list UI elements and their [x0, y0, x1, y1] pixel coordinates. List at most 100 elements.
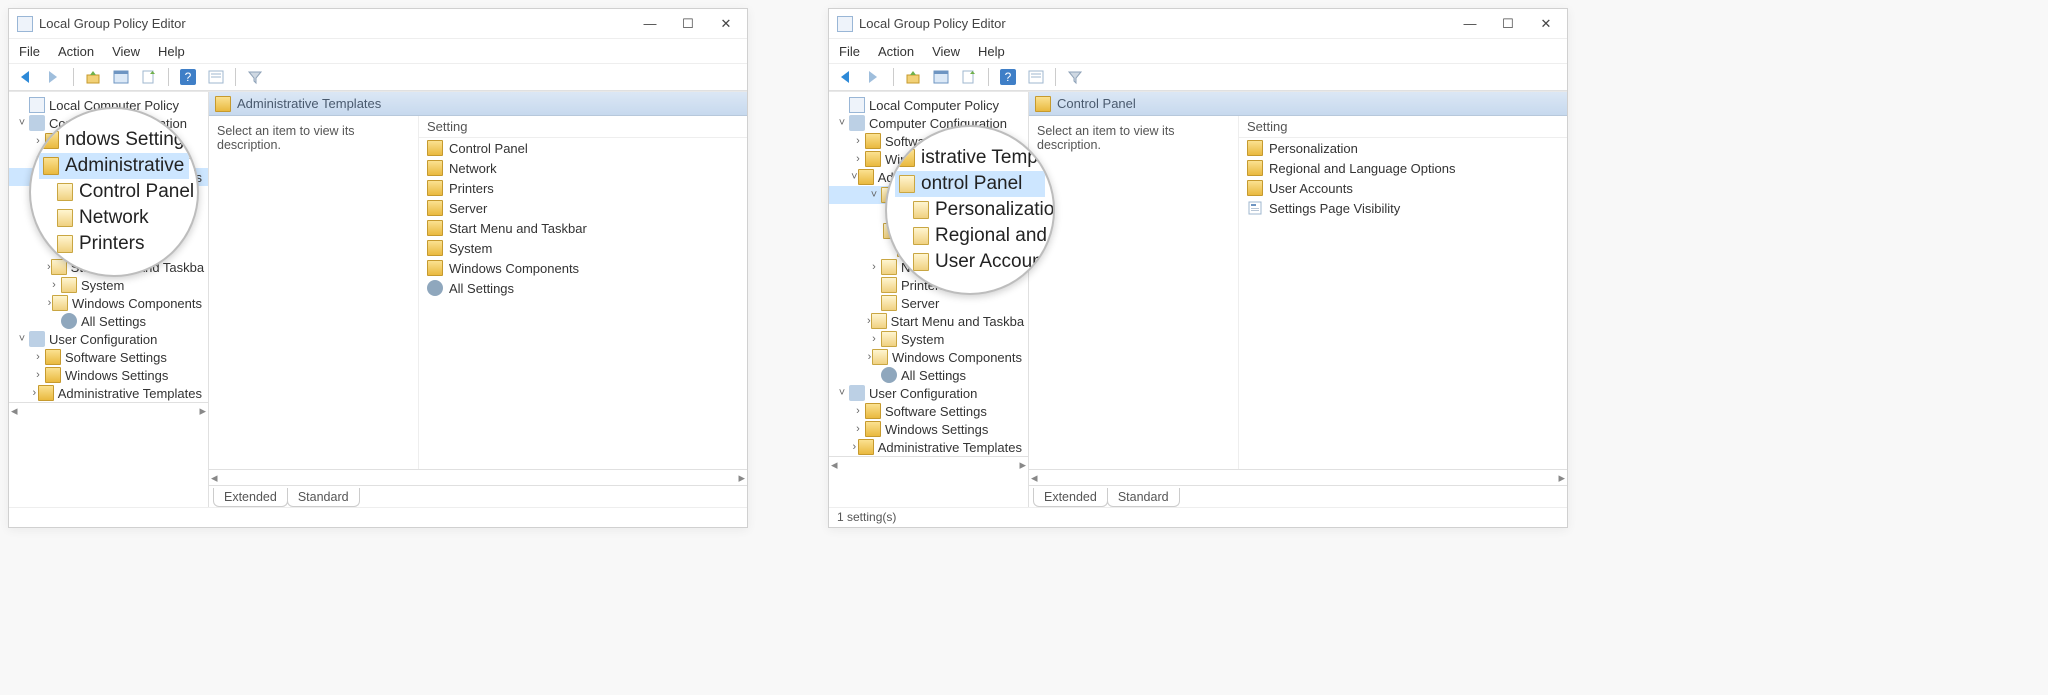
tree-twisty[interactable]: ˅: [867, 189, 881, 201]
list-item[interactable]: Control Panel: [419, 138, 747, 158]
magnifier-row: istrative Templa: [895, 145, 1045, 171]
tree-twisty[interactable]: ›: [867, 333, 881, 345]
tree-node[interactable]: ˅ User Configuration: [9, 330, 208, 348]
tree-node[interactable]: › Windows Components: [9, 294, 208, 312]
toolbar-up-button[interactable]: [902, 66, 924, 88]
tree-twisty[interactable]: ›: [31, 369, 45, 381]
list-item[interactable]: All Settings: [419, 278, 747, 298]
tree-node[interactable]: › Software Settings: [829, 402, 1028, 420]
menu-help[interactable]: Help: [978, 44, 1005, 59]
tree-twisty[interactable]: ›: [47, 279, 61, 291]
list-pane[interactable]: Setting Personalization Regional and Lan…: [1239, 116, 1567, 469]
tab-extended[interactable]: Extended: [1033, 488, 1108, 507]
list-column-header[interactable]: Setting: [1239, 116, 1567, 138]
menu-file[interactable]: File: [839, 44, 860, 59]
toolbar-forward-button[interactable]: [43, 66, 65, 88]
tree-node[interactable]: › Administrative Templates: [9, 384, 208, 402]
menu-action[interactable]: Action: [878, 44, 914, 59]
tree-label: All Settings: [901, 368, 966, 383]
minimize-button[interactable]: —: [1463, 16, 1477, 32]
right-scrollbar[interactable]: ◂▸: [209, 469, 747, 485]
list-item[interactable]: Network: [419, 158, 747, 178]
menu-view[interactable]: View: [932, 44, 960, 59]
minimize-button[interactable]: —: [643, 16, 657, 32]
close-button[interactable]: ✕: [719, 16, 733, 32]
toolbar-export-button[interactable]: [958, 66, 980, 88]
tree-twisty[interactable]: ›: [851, 405, 865, 417]
tree-twisty[interactable]: ˅: [15, 333, 29, 345]
tree-twisty[interactable]: ›: [851, 135, 865, 147]
tree-node[interactable]: Local Computer Policy: [829, 96, 1028, 114]
tree-scrollbar[interactable]: ◂▸: [829, 456, 1028, 472]
toolbar-prop-button[interactable]: [1025, 66, 1047, 88]
tree-twisty[interactable]: ›: [867, 261, 881, 273]
menu-bar: File Action View Help: [9, 39, 747, 63]
list-item[interactable]: Regional and Language Options: [1239, 158, 1567, 178]
tree-twisty[interactable]: ›: [851, 153, 865, 165]
list-item[interactable]: Server: [419, 198, 747, 218]
toolbar-filter-button[interactable]: [1064, 66, 1086, 88]
tree-twisty[interactable]: ›: [851, 441, 858, 453]
toolbar-frame-button[interactable]: [930, 66, 952, 88]
folder-icon: [57, 183, 73, 201]
tree-node[interactable]: › System: [9, 276, 208, 294]
toolbar-export-button[interactable]: [138, 66, 160, 88]
tree-node[interactable]: ˅ User Configuration: [829, 384, 1028, 402]
folder-icon: [899, 149, 915, 167]
list-pane[interactable]: Setting Control Panel Network Printers S…: [419, 116, 747, 469]
tree-node[interactable]: › Windows Settings: [829, 420, 1028, 438]
tree-twisty[interactable]: ˅: [851, 171, 858, 183]
tree-node[interactable]: › Administrative Templates: [829, 438, 1028, 456]
tree-node[interactable]: All Settings: [829, 366, 1028, 384]
tree-label: Administrative Templates: [58, 386, 202, 401]
toolbar-frame-button[interactable]: [110, 66, 132, 88]
toolbar-back-button[interactable]: [835, 66, 857, 88]
toolbar-forward-button[interactable]: [863, 66, 885, 88]
tab-standard[interactable]: Standard: [287, 488, 360, 507]
right-scrollbar[interactable]: ◂▸: [1029, 469, 1567, 485]
tree-twisty[interactable]: ›: [851, 423, 865, 435]
tree-twisty[interactable]: ˅: [835, 117, 849, 129]
tree-node[interactable]: › Software Settings: [9, 348, 208, 366]
titlebar[interactable]: Local Group Policy Editor — ☐ ✕: [829, 9, 1567, 39]
tree-node[interactable]: › System: [829, 330, 1028, 348]
maximize-button[interactable]: ☐: [1501, 16, 1515, 32]
menu-file[interactable]: File: [19, 44, 40, 59]
toolbar-prop-button[interactable]: [205, 66, 227, 88]
toolbar-help-button[interactable]: ?: [177, 66, 199, 88]
toolbar-back-button[interactable]: [15, 66, 37, 88]
tree-node[interactable]: › Windows Settings: [9, 366, 208, 384]
tree-twisty[interactable]: ˅: [15, 117, 29, 129]
list-column-header[interactable]: Setting: [419, 116, 747, 138]
tree-node[interactable]: › Windows Components: [829, 348, 1028, 366]
status-bar: [9, 507, 747, 527]
toolbar-up-button[interactable]: [82, 66, 104, 88]
menu-view[interactable]: View: [112, 44, 140, 59]
maximize-button[interactable]: ☐: [681, 16, 695, 32]
window: Local Group Policy Editor — ☐ ✕ File Acti…: [828, 8, 1568, 528]
folder-icon: [427, 180, 443, 196]
folder-icon: [858, 439, 874, 455]
menu-action[interactable]: Action: [58, 44, 94, 59]
menu-help[interactable]: Help: [158, 44, 185, 59]
list-item[interactable]: System: [419, 238, 747, 258]
tree-node[interactable]: Server: [829, 294, 1028, 312]
tree-twisty[interactable]: ›: [31, 351, 45, 363]
toolbar-filter-button[interactable]: [244, 66, 266, 88]
toolbar-help-button[interactable]: ?: [997, 66, 1019, 88]
close-button[interactable]: ✕: [1539, 16, 1553, 32]
tree-twisty[interactable]: ˅: [835, 387, 849, 399]
tree-node[interactable]: All Settings: [9, 312, 208, 330]
titlebar[interactable]: Local Group Policy Editor — ☐ ✕: [9, 9, 747, 39]
list-item[interactable]: Personalization: [1239, 138, 1567, 158]
list-item[interactable]: Settings Page Visibility: [1239, 198, 1567, 218]
list-item[interactable]: User Accounts: [1239, 178, 1567, 198]
list-item[interactable]: Printers: [419, 178, 747, 198]
list-item[interactable]: Start Menu and Taskbar: [419, 218, 747, 238]
tree-scrollbar[interactable]: ◂▸: [9, 402, 208, 418]
tree-twisty[interactable]: ›: [31, 387, 38, 399]
list-item[interactable]: Windows Components: [419, 258, 747, 278]
tree-node[interactable]: › Start Menu and Taskba: [829, 312, 1028, 330]
tab-standard[interactable]: Standard: [1107, 488, 1180, 507]
tab-extended[interactable]: Extended: [213, 488, 288, 507]
